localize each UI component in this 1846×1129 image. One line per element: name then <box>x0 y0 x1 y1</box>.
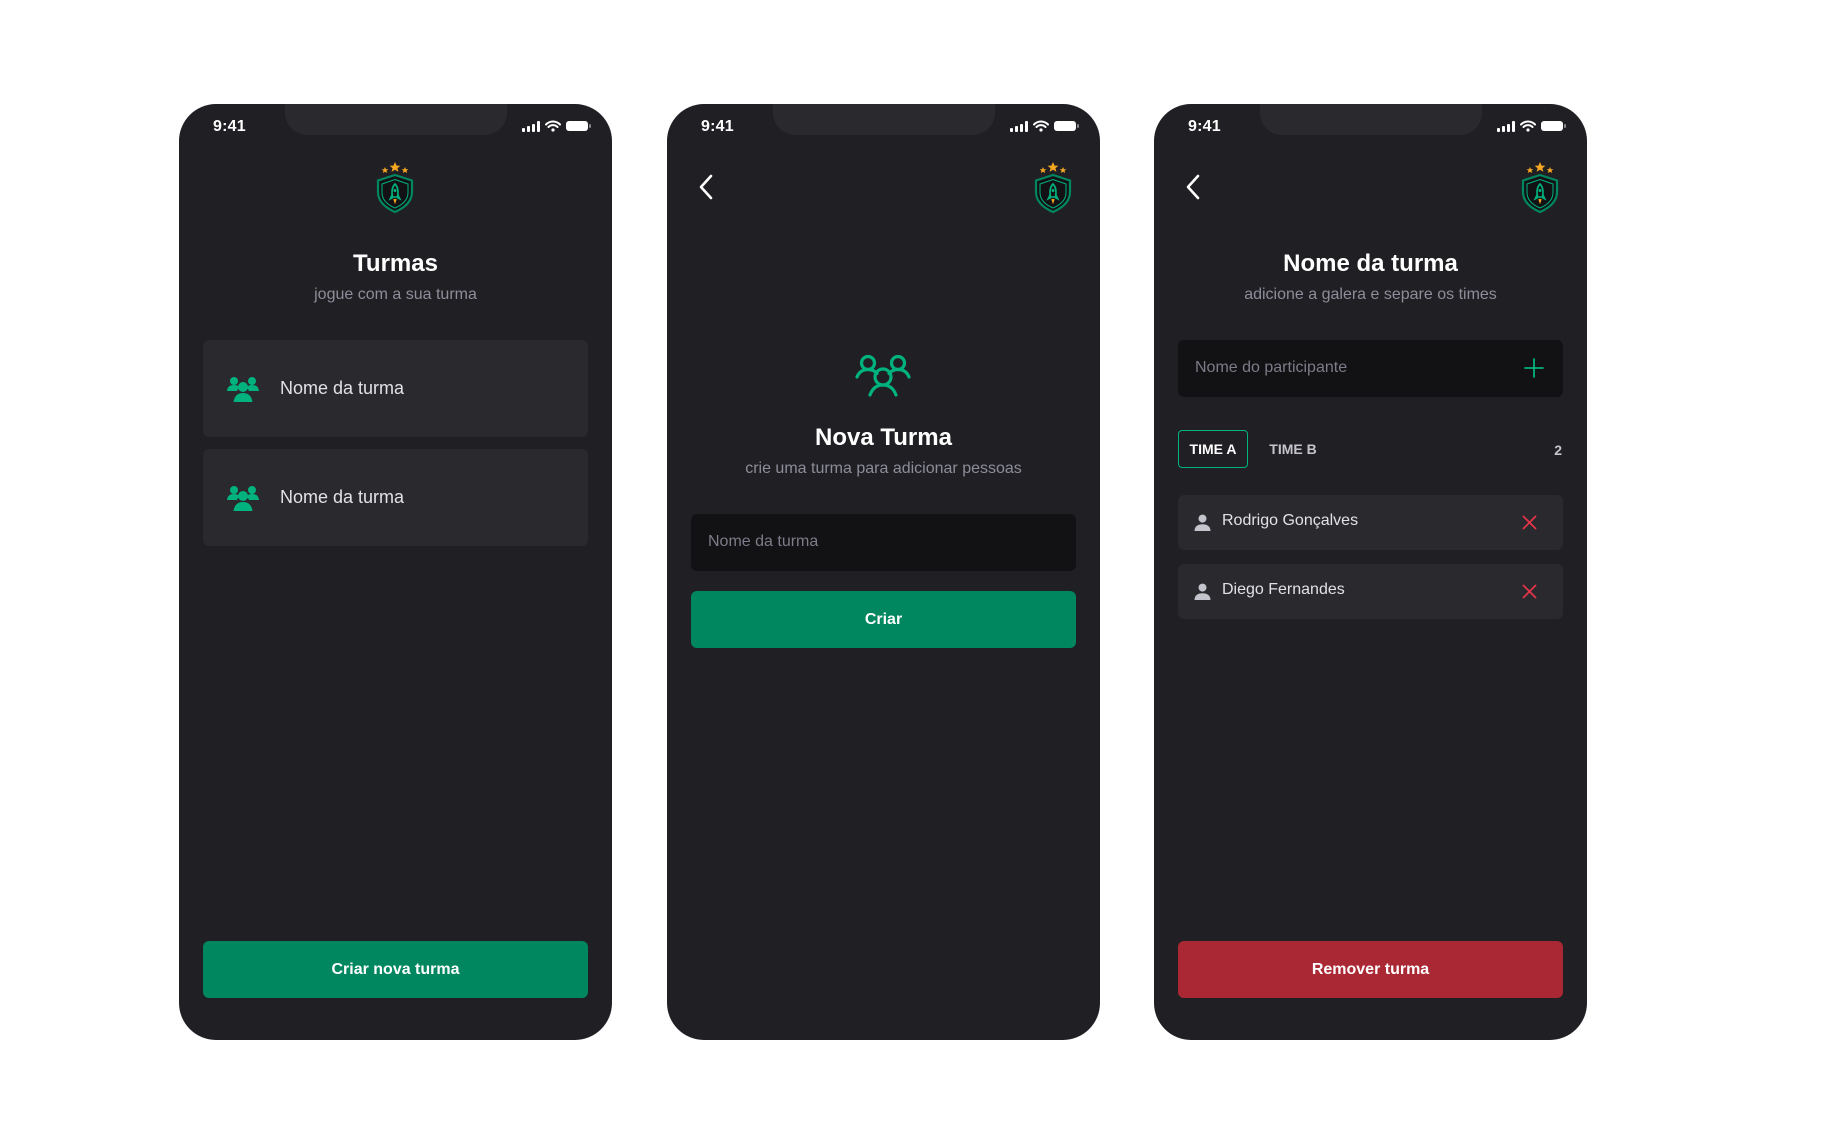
player-name: Rodrigo Gonçalves <box>1222 512 1359 529</box>
logo-icon <box>375 162 415 214</box>
tab-time-a[interactable]: TIME A <box>1178 430 1248 468</box>
player-count: 2 <box>1554 442 1562 458</box>
screen-new-group: 9:41 Nova Turma crie uma turma para adic… <box>667 104 1100 1040</box>
page-title: Nome da turma <box>1283 250 1458 277</box>
group-card[interactable]: Nome da turma <box>203 449 588 546</box>
page-title: Turmas <box>353 250 438 277</box>
status-time: 9:41 <box>701 118 734 135</box>
page-subtitle: jogue com a sua turma <box>314 286 477 303</box>
add-participant-plus-icon[interactable] <box>1524 358 1544 378</box>
device-notch <box>773 104 995 135</box>
user-icon <box>1194 514 1211 531</box>
screen-players: 9:41 Nome da turma adicione a galera e s… <box>1154 104 1587 1040</box>
page-subtitle: crie uma turma para adicionar pessoas <box>745 460 1022 477</box>
group-card-label: Nome da turma <box>280 487 405 507</box>
users-three-icon <box>227 485 259 511</box>
remove-group-button[interactable]: Remover turma <box>1178 941 1563 998</box>
battery-icon <box>1054 121 1079 131</box>
group-name-placeholder: Nome da turma <box>708 533 819 550</box>
device-notch <box>1260 104 1482 135</box>
screen-groups: 9:41 Turmas jogue com a sua turma Nome d… <box>179 104 612 1040</box>
page-subtitle: adicione a galera e separe os times <box>1244 286 1497 303</box>
signal-icon <box>1497 120 1515 132</box>
back-icon[interactable] <box>1184 174 1204 200</box>
wifi-icon <box>1033 120 1049 132</box>
logo-icon <box>1520 162 1560 214</box>
remove-player-close-icon[interactable] <box>1522 584 1537 599</box>
player-card: Diego Fernandes <box>1178 564 1563 619</box>
wifi-icon <box>545 120 561 132</box>
tab-time-b[interactable]: TIME B <box>1263 430 1323 468</box>
group-card-label: Nome da turma <box>280 378 405 398</box>
status-icons <box>1497 120 1566 132</box>
back-icon[interactable] <box>697 174 717 200</box>
participant-name-placeholder: Nome do participante <box>1195 359 1348 376</box>
group-card[interactable]: Nome da turma <box>203 340 588 437</box>
create-group-button[interactable]: Criar nova turma <box>203 941 588 998</box>
user-icon <box>1194 583 1211 600</box>
page-title: Nova Turma <box>815 424 952 451</box>
status-icons <box>522 120 591 132</box>
status-time: 9:41 <box>1188 118 1221 135</box>
player-name: Diego Fernandes <box>1222 581 1345 598</box>
signal-icon <box>522 120 540 132</box>
users-three-icon <box>855 353 911 397</box>
status-icons <box>1010 120 1079 132</box>
create-button[interactable]: Criar <box>691 591 1076 648</box>
users-three-icon <box>227 376 259 402</box>
logo-icon <box>1033 162 1073 214</box>
signal-icon <box>1010 120 1028 132</box>
group-name-input[interactable]: Nome da turma <box>691 514 1076 571</box>
remove-player-close-icon[interactable] <box>1522 515 1537 530</box>
participant-name-input[interactable]: Nome do participante <box>1178 340 1563 397</box>
player-card: Rodrigo Gonçalves <box>1178 495 1563 550</box>
device-notch <box>285 104 507 135</box>
wifi-icon <box>1520 120 1536 132</box>
battery-icon <box>1541 121 1566 131</box>
battery-icon <box>566 121 591 131</box>
status-time: 9:41 <box>213 118 246 135</box>
